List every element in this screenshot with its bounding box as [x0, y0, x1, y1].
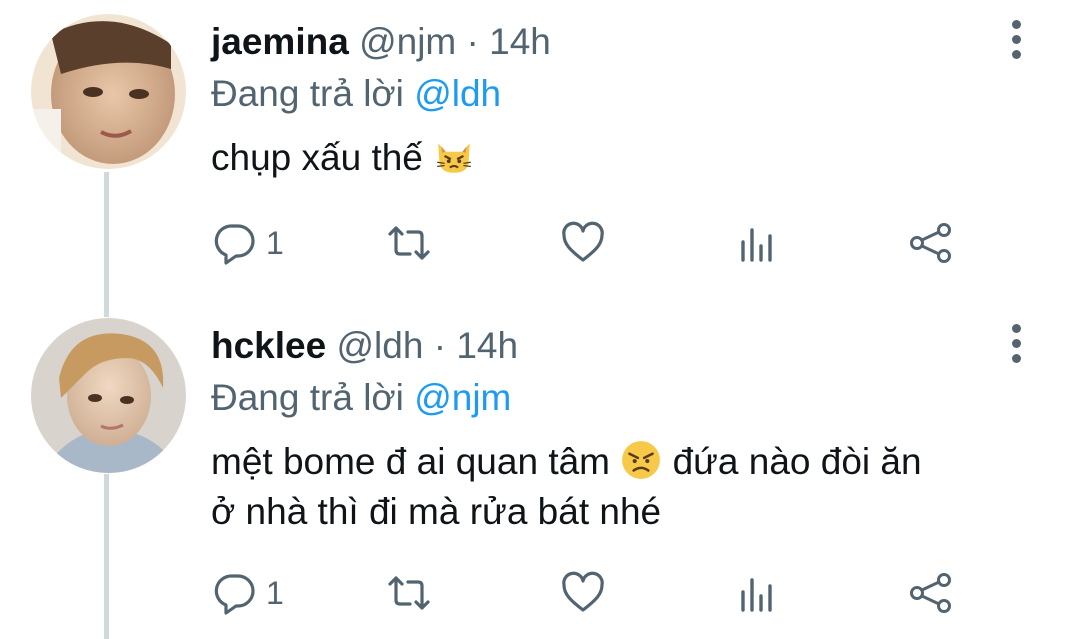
reply-mention-link[interactable]: @njm [414, 377, 511, 418]
retweet-button[interactable] [386, 568, 432, 618]
more-icon[interactable] [1006, 324, 1026, 368]
reply-icon [214, 574, 255, 615]
share-icon [910, 223, 951, 263]
analytics-icon [741, 578, 772, 612]
avatar[interactable] [31, 14, 186, 169]
tweet-text-part: ở nhà thì đi mà rửa bát nhé [211, 491, 662, 532]
like-button[interactable] [560, 568, 606, 618]
avatar[interactable] [31, 318, 186, 473]
handle[interactable]: @ldh [336, 325, 423, 366]
reply-prefix: Đang trả lời [211, 377, 404, 418]
reply-mention-link[interactable]: @ldh [414, 73, 501, 114]
reply-icon [214, 224, 255, 265]
tweet-text-part: đứa nào đòi ăn [672, 441, 922, 482]
reply-prefix: Đang trả lời [211, 73, 404, 114]
tweet-text-part: mệt bome đ ai quan tâm [211, 441, 610, 482]
share-button[interactable] [908, 218, 954, 268]
reply-context: Đang trả lời @njm [211, 374, 511, 422]
pouting-cat-emoji [437, 143, 472, 173]
separator-dot: · [433, 325, 447, 366]
tweet-actions: 1 [0, 568, 1080, 618]
like-button[interactable] [560, 218, 606, 268]
handle[interactable]: @njm [359, 21, 456, 62]
like-icon [562, 571, 604, 612]
tweet-header: hcklee @ldh · 14h [211, 322, 518, 370]
tweet-actions: 1 [0, 218, 1080, 268]
display-name[interactable]: hcklee [211, 325, 326, 366]
like-icon [562, 221, 604, 262]
analytics-icon [741, 228, 772, 262]
angry-face-emoji [622, 441, 661, 479]
reply-button[interactable]: 1 [212, 568, 284, 618]
share-button[interactable] [908, 568, 954, 618]
tweet[interactable]: jaemina @njm · 14h Đang trả lời @ldh chụ… [0, 0, 1080, 300]
tweet-body: mệt bome đ ai quan tâm đứa nào đòi ăn ở … [211, 437, 1041, 537]
retweet-button[interactable] [386, 218, 432, 268]
tweet[interactable]: hcklee @ldh · 14h Đang trả lời @njm mệt … [0, 304, 1080, 639]
retweet-icon [388, 576, 430, 610]
analytics-button[interactable] [734, 568, 780, 618]
reply-button[interactable]: 1 [212, 218, 284, 268]
reply-context: Đang trả lời @ldh [211, 70, 501, 118]
share-icon [910, 573, 951, 613]
reply-count: 1 [266, 224, 284, 261]
tweet-text: chụp xấu thế [211, 137, 423, 178]
tweet-header: jaemina @njm · 14h [211, 18, 551, 66]
timestamp[interactable]: 14h [489, 21, 551, 62]
tweet-body: chụp xấu thế [211, 133, 1041, 183]
more-icon[interactable] [1006, 20, 1026, 64]
analytics-button[interactable] [734, 218, 780, 268]
retweet-icon [388, 226, 430, 260]
reply-count: 1 [266, 574, 284, 611]
timestamp[interactable]: 14h [456, 325, 518, 366]
separator-dot: · [466, 21, 479, 62]
display-name[interactable]: jaemina [211, 21, 349, 62]
